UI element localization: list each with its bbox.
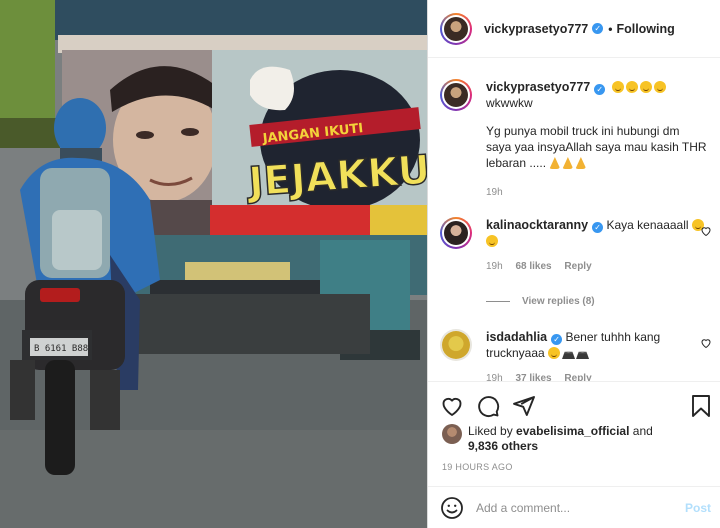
verified-badge-icon: ✓ xyxy=(594,84,606,95)
following-button[interactable]: Following xyxy=(616,22,674,36)
comment-text: Kaya kenaaaall xyxy=(606,218,689,232)
plate-text: B 6161 B88 xyxy=(34,344,88,354)
post-header: vickyprasetyo777 ✓ • Following xyxy=(428,0,720,58)
verified-badge-icon: ✓ xyxy=(551,334,563,345)
author-username[interactable]: vickyprasetyo777 xyxy=(484,22,588,36)
comment-avatar[interactable] xyxy=(440,217,472,249)
instagram-post-modal: JANGAN IKUTI JEJAKKU B 6161 B88 vickypra… xyxy=(0,0,720,528)
comment-composer: Add a comment... Post xyxy=(428,486,720,528)
comment-username[interactable]: kalinaocktaranny xyxy=(486,218,588,232)
post-side-panel: vickyprasetyo777 ✓ • Following vickypras… xyxy=(427,0,720,528)
caption-line-1: wkwwkw xyxy=(486,96,533,110)
liker-avatar[interactable] xyxy=(442,424,462,444)
smiley-icon xyxy=(611,80,668,94)
comments-list[interactable]: vickyprasetyo777 ✓ wkwwkw Yg punya mobil … xyxy=(428,59,720,381)
comment-likes[interactable]: 37 likes xyxy=(515,373,551,381)
caption-username[interactable]: vickyprasetyo777 xyxy=(486,80,590,94)
post-button[interactable]: Post xyxy=(685,501,711,515)
share-icon[interactable] xyxy=(512,394,536,418)
comment-time[interactable]: 19h xyxy=(486,373,503,381)
comment-avatar[interactable] xyxy=(440,329,472,361)
heart-icon[interactable] xyxy=(700,337,712,349)
author-avatar[interactable] xyxy=(440,12,472,45)
comment-input[interactable]: Add a comment... xyxy=(476,501,685,515)
caption-time[interactable]: 19h xyxy=(486,187,503,198)
reply-button[interactable]: Reply xyxy=(564,373,591,381)
separator-dot: • xyxy=(608,21,613,36)
others-count[interactable]: 9,836 others xyxy=(468,439,538,453)
pray-emoji-icon xyxy=(549,156,588,170)
heart-icon[interactable] xyxy=(440,394,464,418)
emoji-icon xyxy=(548,346,590,360)
liked-by-user[interactable]: evabelisima_official xyxy=(516,424,629,438)
post-photo[interactable]: JANGAN IKUTI JEJAKKU B 6161 B88 xyxy=(0,0,427,528)
comment-likes[interactable]: 68 likes xyxy=(515,261,551,272)
post-timestamp[interactable]: 19 HOURS AGO xyxy=(442,462,513,472)
reply-button[interactable]: Reply xyxy=(564,261,591,272)
liked-by-prefix: Liked by xyxy=(468,424,513,438)
bookmark-icon[interactable] xyxy=(689,394,713,418)
verified-badge-icon: ✓ xyxy=(592,23,604,34)
comment-item: isdadahlia ✓ Bener tuhhh kang trucknyaaa … xyxy=(440,329,712,381)
heart-icon[interactable] xyxy=(700,225,712,237)
comment-item: kalinaocktaranny ✓ Kaya kenaaaall 19h 68 … xyxy=(440,217,712,275)
caption-line-2: Yg punya mobil truck ini hubungi dm saya… xyxy=(486,124,707,170)
view-replies-button[interactable]: View replies (8) xyxy=(486,296,595,307)
smiley-icon[interactable] xyxy=(440,496,464,520)
caption: vickyprasetyo777 ✓ wkwwkw Yg punya mobil … xyxy=(440,79,712,201)
comment-username[interactable]: isdadahlia xyxy=(486,330,547,344)
comment-icon[interactable] xyxy=(476,394,500,418)
liked-by-and: and xyxy=(632,424,653,438)
caption-avatar[interactable] xyxy=(440,79,472,111)
verified-badge-icon: ✓ xyxy=(592,222,604,233)
liked-by: Liked by evabelisima_official and 9,836 … xyxy=(442,424,653,454)
truck-photo: JANGAN IKUTI JEJAKKU B 6161 B88 xyxy=(0,0,427,528)
comment-time[interactable]: 19h xyxy=(486,261,503,272)
post-actions: Liked by evabelisima_official and 9,836 … xyxy=(428,381,720,481)
